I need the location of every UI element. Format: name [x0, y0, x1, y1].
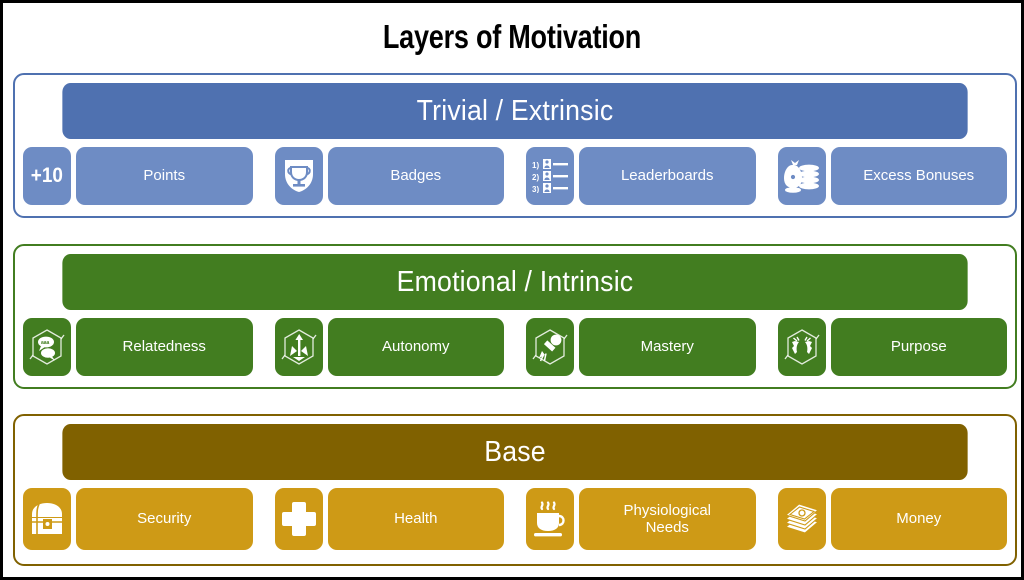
item-label-health: Health — [327, 488, 504, 550]
hot-drink-cup-icon — [526, 488, 574, 550]
item-label-badges: Badges — [327, 147, 504, 205]
item-label-relatedness: Relatedness — [76, 318, 253, 376]
item-security[interactable]: Security — [23, 488, 253, 550]
item-autonomy[interactable]: Autonomy — [274, 318, 504, 376]
item-mastery[interactable]: Mastery — [526, 318, 756, 376]
items-row-base: Security Health Physiological Needs Mone… — [23, 488, 1007, 550]
page-title: Layers of Motivation — [382, 18, 642, 55]
layer-emotional-intrinsic: Emotional / Intrinsic aaa Relatedness Au… — [13, 244, 1017, 389]
item-label-excess-bonuses: Excess Bonuses — [830, 147, 1007, 205]
layer-base: Base Security Health Physiological Needs… — [13, 414, 1017, 566]
plus-ten-icon: +10 — [23, 147, 71, 205]
item-label-money: Money — [830, 488, 1007, 550]
ranking-list-icon: 1) 2) 3) — [526, 147, 574, 205]
trophy-shield-icon — [274, 147, 323, 205]
item-badges[interactable]: Badges — [274, 147, 504, 205]
item-label-security: Security — [76, 488, 253, 550]
compass-arrows-hexagon-icon — [274, 318, 323, 376]
item-label-leaderboards: Leaderboards — [579, 147, 756, 205]
item-health[interactable]: Health — [274, 488, 504, 550]
item-physiological-needs[interactable]: Physiological Needs — [526, 488, 756, 550]
item-leaderboards[interactable]: 1) 2) 3) Leaderboards — [526, 147, 756, 205]
item-label-points: Points — [76, 147, 253, 205]
item-label-autonomy: Autonomy — [327, 318, 504, 376]
open-hands-hexagon-icon — [777, 318, 826, 376]
items-row-trivial-extrinsic: +10 Points Badges 1) 2) 3) Leaderboards … — [23, 147, 1007, 205]
medical-cross-icon — [274, 488, 323, 550]
item-relatedness[interactable]: aaa Relatedness — [23, 318, 253, 376]
item-label-mastery: Mastery — [579, 318, 756, 376]
layer-header-trivial-extrinsic: Trivial / Extrinsic — [62, 83, 968, 139]
items-row-emotional-intrinsic: aaa Relatedness Autonomy Mastery Purpose — [23, 318, 1007, 376]
motivation-diagram: Layers of Motivation Trivial / Extrinsic… — [0, 0, 1024, 580]
item-excess-bonuses[interactable]: Excess Bonuses — [777, 147, 1007, 205]
item-money[interactable]: Money — [777, 488, 1007, 550]
layer-trivial-extrinsic: Trivial / Extrinsic +10 Points Badges 1)… — [13, 73, 1017, 218]
paintbrush-hexagon-icon — [526, 318, 574, 376]
svg-text:2): 2) — [532, 173, 539, 182]
speech-bubbles-hexagon-icon: aaa — [23, 318, 71, 376]
svg-text:aaa: aaa — [41, 340, 50, 346]
item-label-purpose: Purpose — [830, 318, 1007, 376]
item-purpose[interactable]: Purpose — [777, 318, 1007, 376]
money-bag-coins-icon — [777, 147, 826, 205]
layer-header-base: Base — [62, 424, 968, 480]
svg-text:3): 3) — [532, 185, 539, 193]
item-points[interactable]: +10 Points — [23, 147, 253, 205]
plus-ten-icon-text: +10 — [30, 164, 64, 187]
layer-header-emotional-intrinsic: Emotional / Intrinsic — [62, 254, 968, 310]
svg-text:1): 1) — [532, 161, 539, 170]
item-label-physiological-needs: Physiological Needs — [579, 488, 756, 550]
cash-stack-icon — [777, 488, 826, 550]
treasure-chest-icon — [23, 488, 71, 550]
